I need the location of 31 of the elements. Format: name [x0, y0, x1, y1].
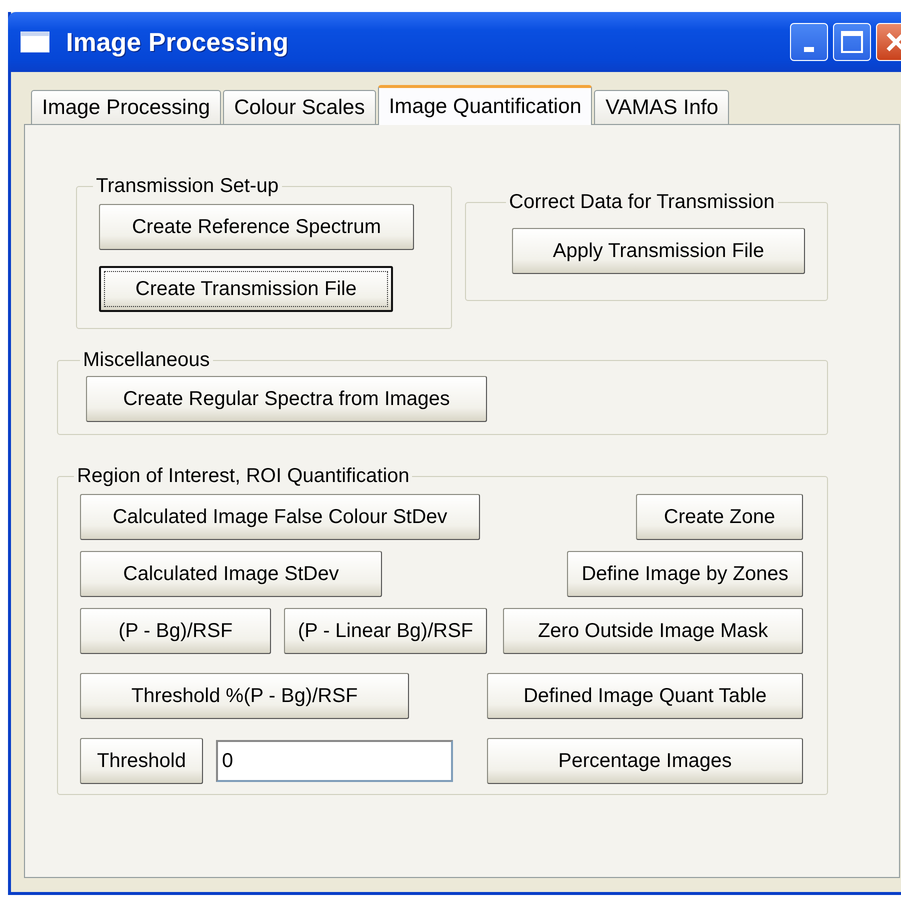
action-button[interactable]: Threshold — [80, 738, 203, 784]
action-button[interactable]: Percentage Images — [487, 738, 803, 784]
action-button[interactable]: Define Image by Zones — [567, 551, 803, 597]
maximize-icon — [841, 31, 863, 53]
tab[interactable]: Colour Scales — [223, 90, 376, 124]
window-icon — [20, 31, 50, 53]
action-button[interactable]: (P - Bg)/RSF — [80, 608, 271, 654]
action-button[interactable]: Create Regular Spectra from Images — [86, 376, 487, 422]
action-button[interactable]: Calculated Image False Colour StDev — [80, 494, 480, 540]
tab[interactable]: Image Quantification — [378, 85, 592, 125]
close-icon — [886, 32, 901, 52]
maximize-button[interactable] — [833, 23, 871, 61]
group-title: Transmission Set-up — [95, 175, 280, 198]
window-title: Image Processing — [66, 26, 290, 58]
tab[interactable]: Image Processing — [31, 90, 222, 124]
threshold-field[interactable]: 0 — [216, 740, 453, 782]
group-title: Correct Data for Transmission — [508, 191, 776, 214]
action-button[interactable]: Create Reference Spectrum — [99, 204, 414, 250]
group-title: Region of Interest, ROI Quantification — [76, 465, 410, 488]
group-title: Miscellaneous — [82, 349, 211, 372]
action-button[interactable]: Threshold %(P - Bg)/RSF — [80, 673, 409, 719]
action-button[interactable]: Defined Image Quant Table — [487, 673, 803, 719]
action-button[interactable]: Zero Outside Image Mask — [503, 608, 803, 654]
action-button[interactable]: Create Transmission File — [99, 266, 393, 312]
minimize-button[interactable] — [790, 23, 828, 61]
minimize-icon — [804, 46, 814, 52]
action-button[interactable]: Calculated Image StDev — [80, 551, 382, 597]
tab[interactable]: VAMAS Info — [594, 90, 730, 124]
action-button[interactable]: (P - Linear Bg)/RSF — [284, 608, 487, 654]
action-button[interactable]: Create Zone — [636, 494, 803, 540]
action-button[interactable]: Apply Transmission File — [512, 228, 805, 274]
